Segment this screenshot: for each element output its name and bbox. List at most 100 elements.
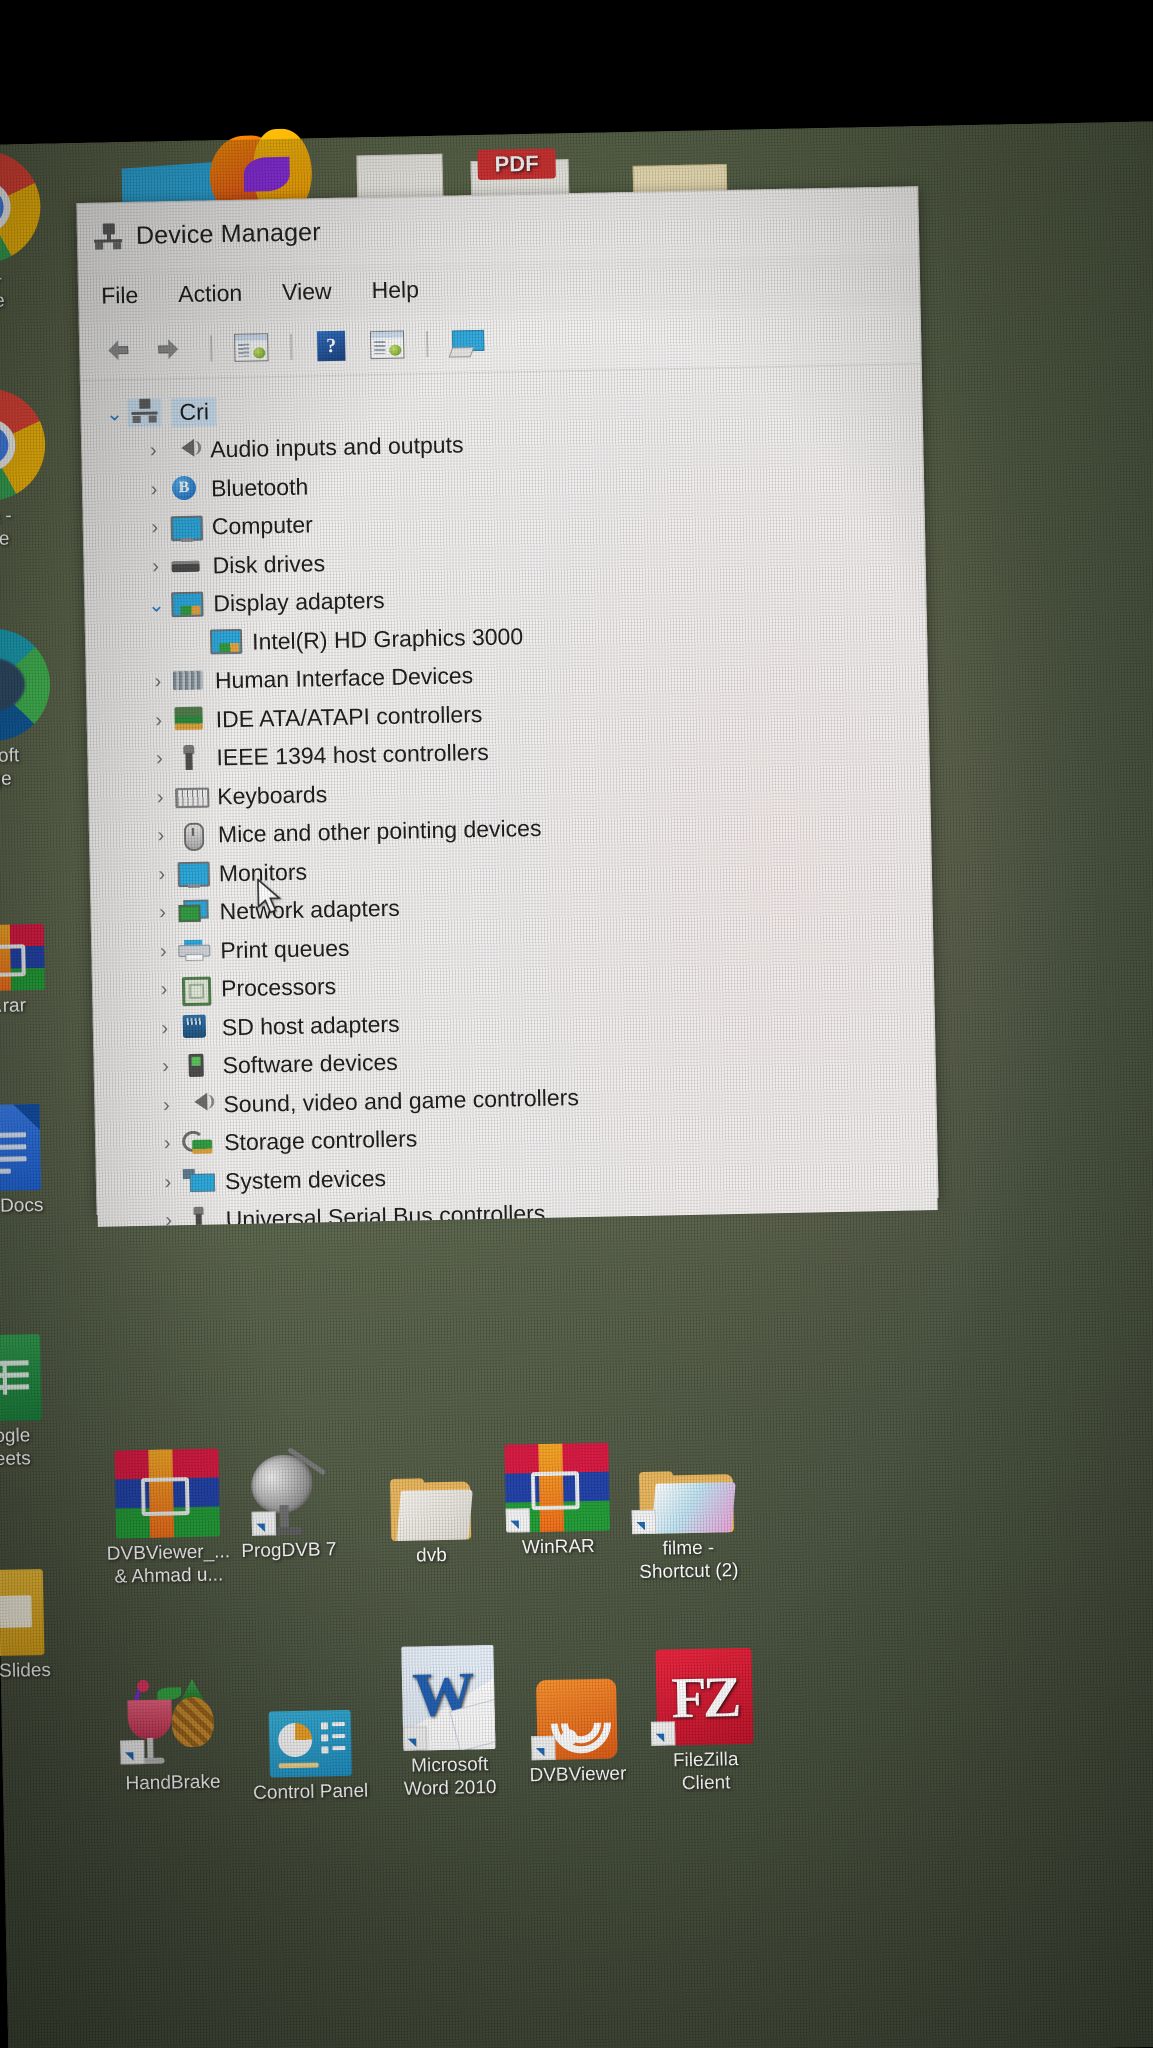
desktop-icon-label: FileZilla Client [672, 1749, 739, 1795]
help-button[interactable]: ? [310, 327, 353, 366]
chevron-right-icon[interactable]: › [149, 863, 175, 887]
desktop-icon-label: du - ome [0, 267, 5, 313]
desktop-icon-label: dvb [415, 1544, 448, 1567]
update-driver-icon [369, 330, 405, 360]
desktop-icon-edge[interactable]: rosoft dge [0, 627, 55, 792]
desktop-icon-winrar[interactable]: WinRAR [486, 1442, 628, 1560]
desktop-icon-dvb-folder[interactable]: dvb [365, 1453, 497, 1569]
desktop-icon-handbrake[interactable]: HandBrake [101, 1680, 243, 1796]
shortcut-overlay-icon [120, 1740, 145, 1765]
desktop-icon-chrome-tina[interactable]: tina - ome [0, 387, 50, 552]
chevron-right-icon[interactable]: › [150, 940, 176, 964]
device-manager-window[interactable]: Device Manager File Action View Help ? ⌄… [76, 186, 939, 1227]
chevron-right-icon[interactable]: › [152, 1017, 178, 1041]
chevron-right-icon[interactable]: › [146, 748, 172, 772]
desktop-icon-filme-shortcut[interactable]: filme - Shortcut (2) [611, 1446, 764, 1585]
chevron-right-icon[interactable]: › [154, 1132, 180, 1156]
chevron-right-icon[interactable]: › [153, 1094, 179, 1118]
hid-icon [171, 667, 206, 696]
network-adapter-icon [175, 898, 210, 927]
menu-item-help[interactable]: Help [371, 276, 419, 304]
system-device-icon [181, 1168, 216, 1197]
mouse-icon [174, 821, 209, 851]
tree-node-label: System devices [224, 1164, 387, 1195]
properties-icon [233, 333, 269, 362]
storage-controller-icon [180, 1129, 215, 1158]
tree-node-label: Processors [220, 973, 337, 1002]
desktop-icon-filezilla[interactable]: FZ FileZilla Client [629, 1647, 782, 1796]
desktop-icon-chrome-du[interactable]: du - ome [0, 149, 45, 314]
desktop-icon-label: Control Panel [252, 1780, 369, 1804]
printer-icon [176, 937, 211, 966]
desktop-icon-label: oogle heets [0, 1425, 31, 1471]
usb-controller-icon [181, 1206, 216, 1227]
chrome-icon [0, 149, 44, 265]
chevron-right-icon[interactable]: › [152, 1055, 178, 1079]
chevron-right-icon[interactable]: › [145, 709, 171, 733]
chevron-right-icon[interactable]: › [141, 478, 167, 502]
desktop-icon-google-slides[interactable]: gle Slides [0, 1569, 69, 1684]
chevron-right-icon[interactable]: › [142, 517, 168, 541]
filezilla-icon: FZ [629, 1647, 781, 1746]
device-manager-icon [94, 223, 123, 250]
chevron-right-icon[interactable]: › [151, 978, 177, 1002]
edge-icon [0, 627, 54, 742]
desktop-icon-label: ProgDVB 7 [241, 1539, 337, 1563]
back-button[interactable] [94, 331, 137, 370]
desktop-icon-control-panel[interactable]: Control Panel [231, 1689, 388, 1805]
desktop-icon-rar-archive[interactable]: b.rar [0, 903, 66, 1018]
chrome-icon [0, 387, 49, 502]
update-driver-button[interactable] [366, 325, 409, 364]
chevron-down-icon[interactable]: ⌄ [143, 593, 169, 619]
chevron-right-icon[interactable]: › [142, 555, 168, 579]
tree-node-label: Disk drives [212, 549, 326, 579]
chevron-right-icon[interactable]: › [156, 1209, 182, 1227]
desktop-icon-label: rosoft dge [0, 745, 20, 791]
menu-item-view[interactable]: View [282, 277, 332, 305]
tree-node-label: Intel(R) HD Graphics 3000 [251, 622, 524, 655]
ide-controller-icon [171, 706, 206, 735]
chevron-right-icon[interactable]: › [149, 901, 175, 925]
chevron-right-icon[interactable]: › [140, 440, 166, 464]
chevron-right-icon[interactable]: › [148, 824, 174, 848]
tree-node-label: Mice and other pointing devices [217, 815, 542, 848]
desktop-icon-progdvb7[interactable]: ProgDVB 7 [214, 1445, 361, 1564]
properties-button[interactable] [230, 328, 273, 367]
help-icon: ? [316, 330, 346, 362]
handbrake-icon [101, 1680, 243, 1769]
control-panel-icon [231, 1689, 388, 1778]
chevron-right-icon[interactable]: › [147, 786, 173, 810]
forward-button[interactable] [150, 330, 193, 369]
monitor-surface: PDF du - ome tina - ome rosoft dge b.rar [0, 120, 1153, 2048]
desktop-icon-google-docs[interactable]: gle Docs [0, 1103, 66, 1219]
google-docs-icon [0, 1103, 65, 1192]
chevron-right-icon[interactable]: › [155, 1171, 181, 1195]
display-adapter-icon [208, 628, 243, 657]
tree-node-label: Keyboards [216, 780, 328, 810]
desktop-icon-label: HandBrake [125, 1771, 221, 1795]
desktop-icon-label: gle Slides [0, 1659, 52, 1683]
folder-open-icon [611, 1446, 763, 1535]
menu-item-action[interactable]: Action [178, 279, 242, 307]
device-tree[interactable]: ⌄ Cri › Audio inputs and outputs › B Blu… [80, 364, 938, 1227]
disk-drive-icon [168, 552, 203, 581]
speaker-icon [166, 436, 201, 465]
desktop-icon-google-sheets[interactable]: oogle heets [0, 1334, 67, 1472]
desktop-icon-label: b.rar [0, 995, 27, 1018]
chevron-right-icon[interactable]: › [145, 671, 171, 695]
tree-node-label: IEEE 1394 host controllers [216, 739, 489, 771]
tree-node-label: IDE ATA/ATAPI controllers [215, 700, 483, 733]
desktop-icon-label: WinRAR [521, 1535, 596, 1559]
tree-node-label: Human Interface Devices [214, 662, 474, 694]
tree-node-label: Network adapters [219, 894, 401, 925]
tree-node-label: Bluetooth [210, 473, 309, 502]
toolbar-separator [425, 331, 429, 358]
winrar-archive-icon [486, 1442, 628, 1533]
shortcut-overlay-icon [402, 1726, 428, 1751]
scan-hardware-button[interactable] [446, 324, 489, 363]
chevron-down-icon[interactable]: ⌄ [101, 401, 127, 427]
menu-item-file[interactable]: File [101, 281, 139, 309]
bluetooth-icon: B [167, 475, 202, 504]
google-sheets-icon [0, 1334, 66, 1422]
forward-arrow-icon [156, 339, 186, 360]
